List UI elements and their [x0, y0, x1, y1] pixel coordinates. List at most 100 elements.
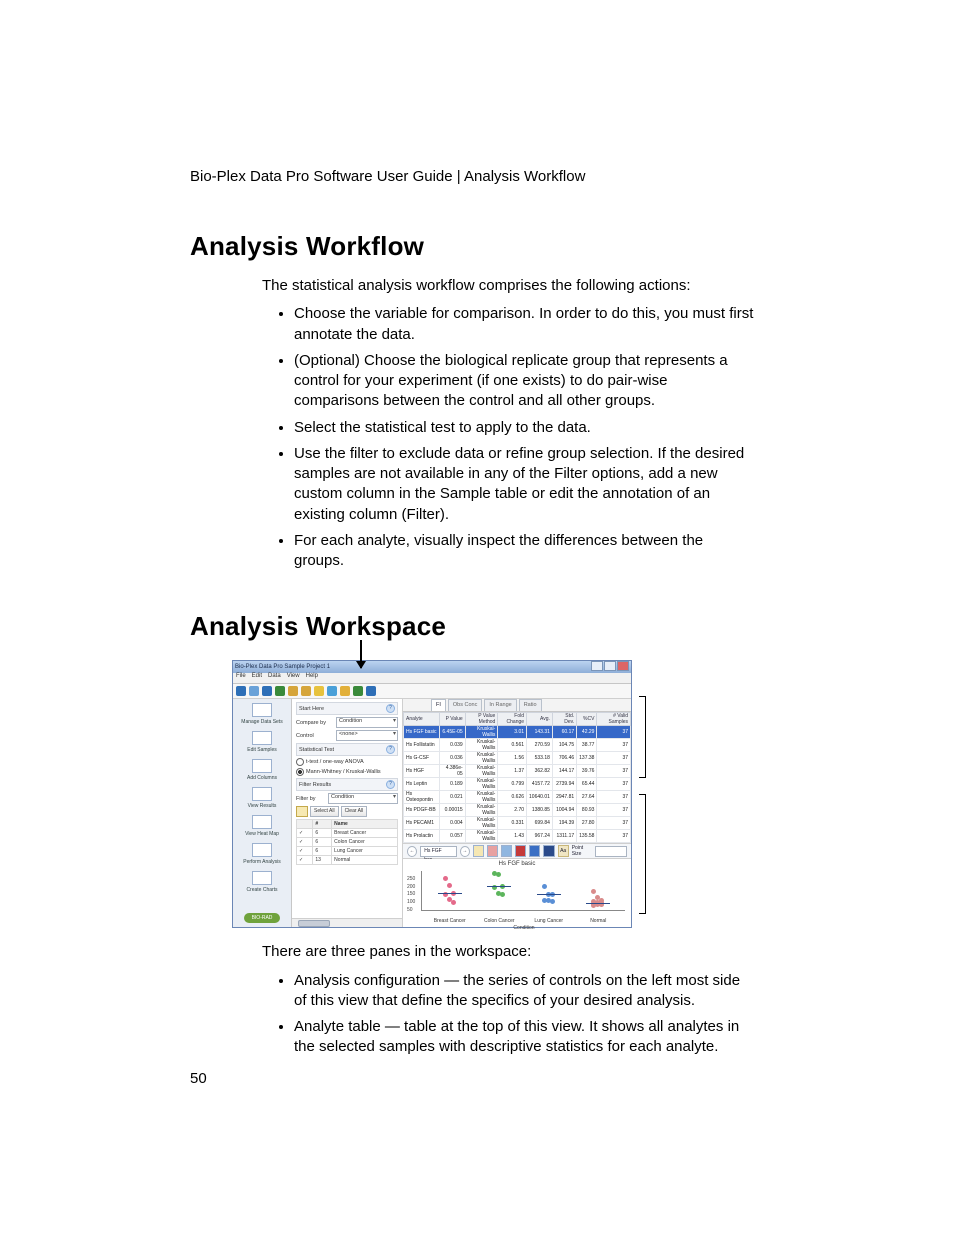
- panel-filter-results: Filter Results?: [296, 778, 398, 791]
- list-item: Choose the variable for comparison. In o…: [294, 304, 764, 345]
- chart-type-icon[interactable]: [487, 845, 498, 857]
- list-item: Analyte table — table at the top of this…: [294, 1017, 764, 1058]
- control-select[interactable]: <none>: [336, 730, 398, 741]
- sidebar-item[interactable]: Edit Samples: [238, 731, 286, 753]
- menu-bar[interactable]: File Edit Data View Help: [233, 673, 631, 684]
- minimize-icon[interactable]: [591, 661, 603, 671]
- table-row[interactable]: Hs HGF4.386e-05Kruskal-Wallis1.37362.821…: [404, 765, 631, 778]
- workflow-bullets: Choose the variable for comparison. In o…: [294, 304, 764, 571]
- heading-analysis-workflow: Analysis Workflow: [190, 231, 764, 262]
- table-row[interactable]: Hs Follistatin0.039Kruskal-Wallis0.56127…: [404, 739, 631, 752]
- window-controls[interactable]: [590, 661, 629, 673]
- chart-toolbar[interactable]: ← Hs FGF bas... → Aa Point Size: [403, 843, 631, 859]
- table-row[interactable]: Hs Leptin0.189Kruskal-Wallis0.7994157.72…: [404, 778, 631, 791]
- toolbar-icon[interactable]: [301, 686, 311, 696]
- table-row[interactable]: Hs FGF basic6.45E-05Kruskal-Wallis3.0114…: [404, 726, 631, 739]
- tab[interactable]: Obs Conc: [448, 699, 482, 711]
- list-item: Select the statistical test to apply to …: [294, 418, 764, 438]
- list-item: Use the filter to exclude data or refine…: [294, 444, 764, 525]
- menu-item[interactable]: View: [287, 673, 300, 679]
- screenshot-window: Bio-Plex Data Pro Sample Project 1 File E…: [232, 660, 632, 928]
- intro-text: The statistical analysis workflow compri…: [262, 276, 764, 296]
- config-panel: Start Here? Compare byCondition Control<…: [292, 699, 403, 927]
- point-size-slider[interactable]: [595, 846, 627, 857]
- panel-statistical-test: Statistical Test?: [296, 743, 398, 756]
- toolbar-icon[interactable]: [353, 686, 363, 696]
- table-row[interactable]: Hs Prolactin0.057Kruskal-Wallis1.43967.2…: [404, 830, 631, 843]
- chart-type-icon[interactable]: [543, 845, 554, 857]
- tab-strip[interactable]: FIObs ConcIn RangeRatio: [403, 699, 631, 712]
- toolbar[interactable]: [233, 684, 631, 699]
- select-all-button[interactable]: Select All: [310, 806, 339, 817]
- help-icon[interactable]: ?: [386, 745, 395, 754]
- running-header: Bio-Plex Data Pro Software User Guide | …: [190, 168, 764, 185]
- chart-title: Hs FGF basic: [403, 861, 631, 867]
- menu-item[interactable]: Data: [268, 673, 281, 679]
- data-point: [447, 883, 452, 888]
- table-row[interactable]: ✓6Breast Cancer: [297, 829, 398, 838]
- list-item: Analysis configuration — the series of c…: [294, 971, 764, 1012]
- table-row[interactable]: Hs PDGF-BB0.00015Kruskal-Wallis2.701380.…: [404, 804, 631, 817]
- nav-sidebar[interactable]: Manage Data Sets Edit Samples Add Columns V…: [233, 699, 292, 927]
- window-titlebar: Bio-Plex Data Pro Sample Project 1: [233, 661, 631, 673]
- list-item: (Optional) Choose the biological replica…: [294, 351, 764, 412]
- table-row[interactable]: Hs G-CSF0.036Kruskal-Wallis1.56533.18706…: [404, 752, 631, 765]
- toolbar-icon[interactable]: [340, 686, 350, 696]
- sidebar-item[interactable]: Manage Data Sets: [238, 703, 286, 725]
- horizontal-scrollbar[interactable]: [292, 918, 402, 927]
- toolbar-icon[interactable]: [366, 686, 376, 696]
- sidebar-item[interactable]: Create Charts: [238, 871, 286, 893]
- page-number: 50: [190, 1070, 207, 1087]
- panel-start-here: Start Here?: [296, 702, 398, 715]
- toolbar-icon[interactable]: [236, 686, 246, 696]
- table-row[interactable]: Hs Osteopontin0.021Kruskal-Wallis0.62610…: [404, 791, 631, 804]
- data-point: [591, 903, 596, 908]
- data-point: [443, 876, 448, 881]
- clear-all-button[interactable]: Clear All: [341, 806, 368, 817]
- brand-logo: BIO-RAD: [244, 913, 280, 923]
- sidebar-item[interactable]: Add Columns: [238, 759, 286, 781]
- toolbar-icon[interactable]: [327, 686, 337, 696]
- filter-icon[interactable]: [296, 806, 308, 817]
- filter-by-select[interactable]: Condition: [328, 793, 398, 804]
- help-icon[interactable]: ?: [386, 780, 395, 789]
- toolbar-icon[interactable]: [275, 686, 285, 696]
- table-row[interactable]: ✓6Lung Cancer: [297, 847, 398, 856]
- toolbar-icon[interactable]: [249, 686, 259, 696]
- analyte-table[interactable]: AnalyteP ValueP Value MethodFold ChangeA…: [403, 712, 631, 843]
- chart-type-icon[interactable]: [473, 845, 484, 857]
- font-icon[interactable]: Aa: [558, 845, 569, 857]
- chart-type-icon[interactable]: [529, 845, 540, 857]
- sidebar-item[interactable]: View Heat Map: [238, 815, 286, 837]
- toolbar-icon[interactable]: [288, 686, 298, 696]
- data-point: [591, 889, 596, 894]
- menu-item[interactable]: Help: [306, 673, 318, 679]
- chart-type-icon[interactable]: [501, 845, 512, 857]
- table-row[interactable]: Hs PECAM10.004Kruskal-Wallis0.331699.841…: [404, 817, 631, 830]
- tab[interactable]: Ratio: [519, 699, 542, 711]
- data-point: [496, 872, 501, 877]
- radio-mannwhitney[interactable]: [296, 768, 304, 776]
- chart-type-icon[interactable]: [515, 845, 526, 857]
- menu-item[interactable]: Edit: [252, 673, 262, 679]
- table-row[interactable]: ✓6Colon Cancer: [297, 838, 398, 847]
- compare-by-select[interactable]: Condition: [336, 717, 398, 728]
- maximize-icon[interactable]: [604, 661, 616, 671]
- tab[interactable]: FI: [431, 699, 446, 711]
- data-point: [500, 892, 505, 897]
- callout-arrow: [360, 640, 362, 668]
- help-icon[interactable]: ?: [386, 704, 395, 713]
- radio-ttest[interactable]: [296, 758, 304, 766]
- menu-item[interactable]: File: [236, 673, 246, 679]
- filter-table[interactable]: #Name✓6Breast Cancer✓6Colon Cancer✓6Lung…: [296, 819, 398, 865]
- table-row[interactable]: ✓13Normal: [297, 856, 398, 865]
- sidebar-item[interactable]: View Results: [238, 787, 286, 809]
- close-icon[interactable]: [617, 661, 629, 671]
- chart-analyte-select[interactable]: Hs FGF bas...: [420, 846, 456, 857]
- toolbar-icon[interactable]: [314, 686, 324, 696]
- tab[interactable]: In Range: [484, 699, 516, 711]
- sidebar-item[interactable]: Perform Analysis: [238, 843, 286, 865]
- back-icon[interactable]: ←: [407, 846, 417, 857]
- forward-icon[interactable]: →: [460, 846, 470, 857]
- toolbar-icon[interactable]: [262, 686, 272, 696]
